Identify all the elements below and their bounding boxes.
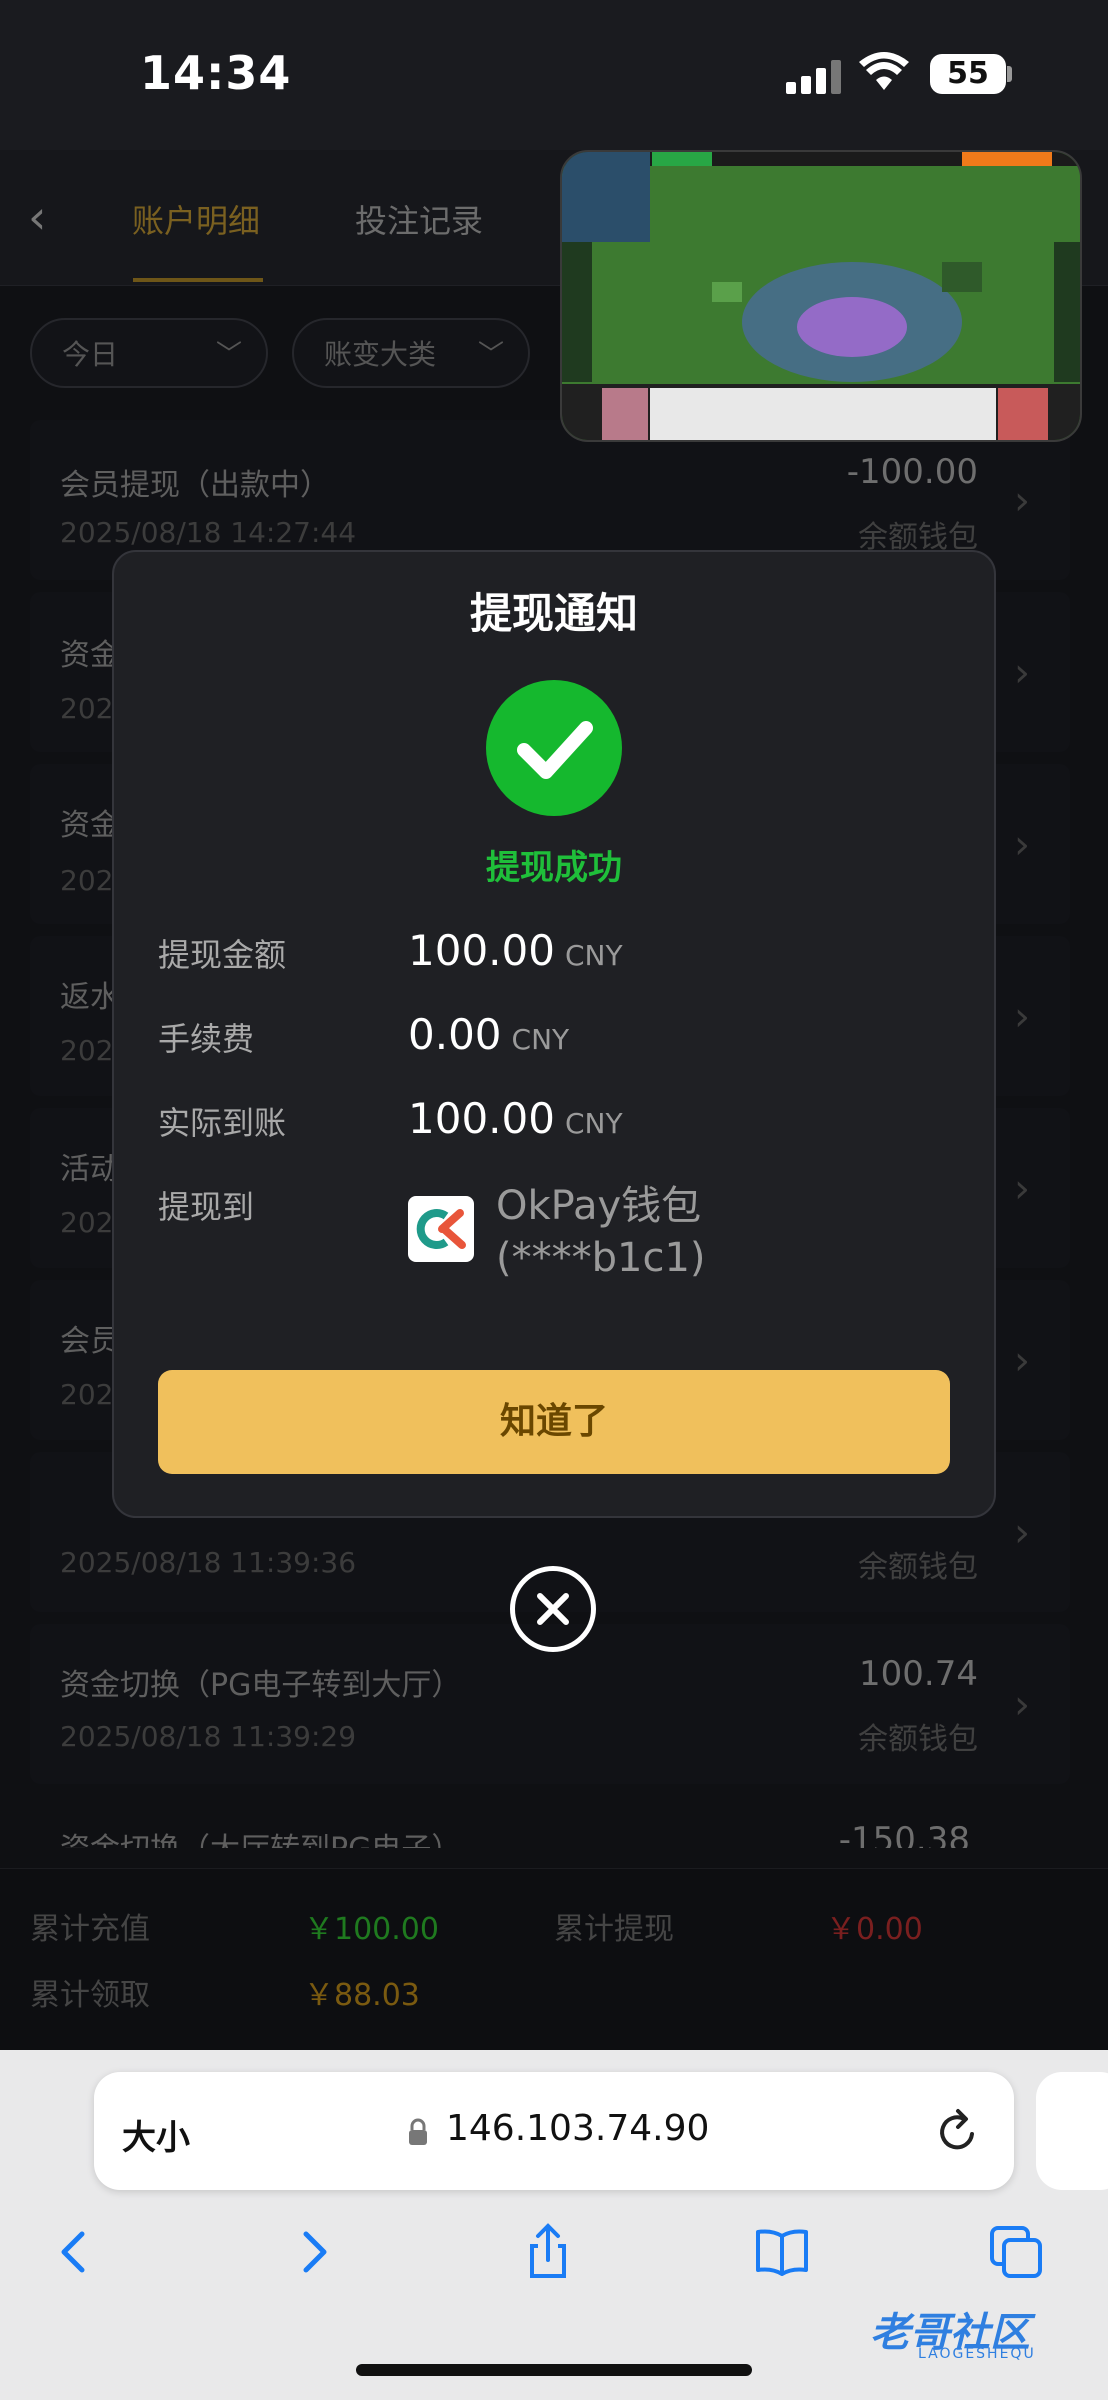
text-size-button[interactable]: 大小 [122,2110,190,2159]
record-title: 资金 [60,808,120,843]
record-wallet: 余额钱包 [858,1550,978,1585]
watermark-subtext: LAOGESHEQU [918,2346,1036,2362]
pip-video-player[interactable] [560,150,1082,442]
fee-value: 0.00 CNY [408,1010,570,1059]
record-title: 会员提现（出款中） [60,468,330,503]
total-deposit-value: ￥100.00 [304,1912,439,1947]
back-arrow-icon[interactable]: ‹ [28,190,68,244]
total-withdraw-value: ￥0.00 [826,1912,923,1947]
record-amount: -150.38 [838,1820,970,1848]
record-title: 资金切换（大厅转到PG电子） [60,1824,461,1848]
amount-value: 100.00 CNY [408,926,623,975]
record-amount: -100.00 [846,452,978,492]
okpay-logo-icon [408,1196,474,1262]
record-title: 资金 [60,638,120,673]
battery-indicator: 55 [930,54,1006,94]
total-deposit-label: 累计充值 [30,1912,150,1947]
record-title: 会员 [60,1324,120,1359]
chevron-right-icon: › [1014,1510,1030,1556]
record-title: 活动 [60,1152,120,1187]
record-date: 2025/08/18 14:27:44 [60,516,357,549]
next-tab-preview[interactable] [1036,2072,1108,2190]
list-item-partial[interactable]: 资金切换（大厅转到PG电子） -150.38 [30,1796,1070,1848]
total-claim-label: 累计领取 [30,1978,150,2013]
battery-tip [1007,66,1012,82]
record-title: 资金切换（PG电子转到大厅） [60,1668,462,1703]
received-value: 100.00 CNY [408,1094,623,1143]
chevron-down-icon: ﹀ [215,340,242,370]
dialog-title: 提现通知 [469,589,638,638]
date-filter-dropdown[interactable]: 今日 ﹀ [30,318,268,388]
record-date: 202 [60,1034,114,1067]
wifi-icon [859,52,909,90]
fee-label: 手续费 [158,1020,255,1058]
record-title: 返水 [60,980,120,1015]
reload-icon[interactable] [934,2104,982,2156]
date-filter-label: 今日 [62,338,119,371]
lock-icon [409,2118,427,2145]
active-tab-underline [133,278,263,282]
cellular-signal-icon [786,58,842,94]
record-date: 202 [60,692,114,725]
total-withdraw-label: 累计提现 [554,1912,674,1947]
chevron-right-icon: › [1014,822,1030,868]
wallet-account: (****b1c1) [496,1235,706,1281]
record-amount: 100.74 [859,1654,978,1694]
url-text[interactable]: 146.103.74.90 [446,2108,709,2149]
bookmarks-icon[interactable] [752,2222,812,2282]
success-check-icon [486,680,622,816]
chevron-right-icon: › [1014,994,1030,1040]
chevron-down-icon: ﹀ [477,340,504,370]
chevron-right-icon: › [1014,478,1030,524]
destination-wallet: OkPay钱包 (****b1c1) [496,1180,706,1284]
destination-label: 提现到 [158,1188,255,1226]
game-video-frame [562,152,1080,440]
tab-bet-records[interactable]: 投注记录 [355,196,483,242]
back-icon[interactable] [44,2222,104,2282]
total-claim-value: ￥88.03 [304,1978,420,2013]
chevron-right-icon: › [1014,1338,1030,1384]
received-label: 实际到账 [158,1104,287,1142]
close-dialog-button[interactable] [510,1566,596,1652]
chevron-right-icon: › [1014,650,1030,696]
close-icon [537,1593,569,1625]
chevron-right-icon: › [1014,1682,1030,1728]
wallet-name: OkPay钱包 [496,1183,702,1229]
record-date: 2025/08/18 11:39:29 [60,1720,357,1753]
confirm-button[interactable]: 知道了 [158,1370,950,1474]
home-indicator [356,2364,752,2376]
category-filter-dropdown[interactable]: 账变大类 ﹀ [292,318,530,388]
chevron-right-icon: › [1014,1166,1030,1212]
category-filter-label: 账变大类 [324,338,437,371]
record-date: 2025/08/18 11:39:36 [60,1546,357,1579]
tabs-icon[interactable] [986,2222,1046,2282]
withdraw-success-text: 提现成功 [486,848,622,888]
summary-bar [0,1868,1108,2051]
tab-account-detail[interactable]: 账户明细 [132,196,260,242]
status-time: 14:34 [140,46,292,100]
record-date: 202 [60,1378,114,1411]
share-icon[interactable] [518,2222,578,2282]
record-date: 202 [60,864,114,897]
forward-icon[interactable] [284,2222,344,2282]
record-wallet: 余额钱包 [858,1722,978,1757]
amount-label: 提现金额 [158,936,287,974]
record-date: 202 [60,1206,114,1239]
